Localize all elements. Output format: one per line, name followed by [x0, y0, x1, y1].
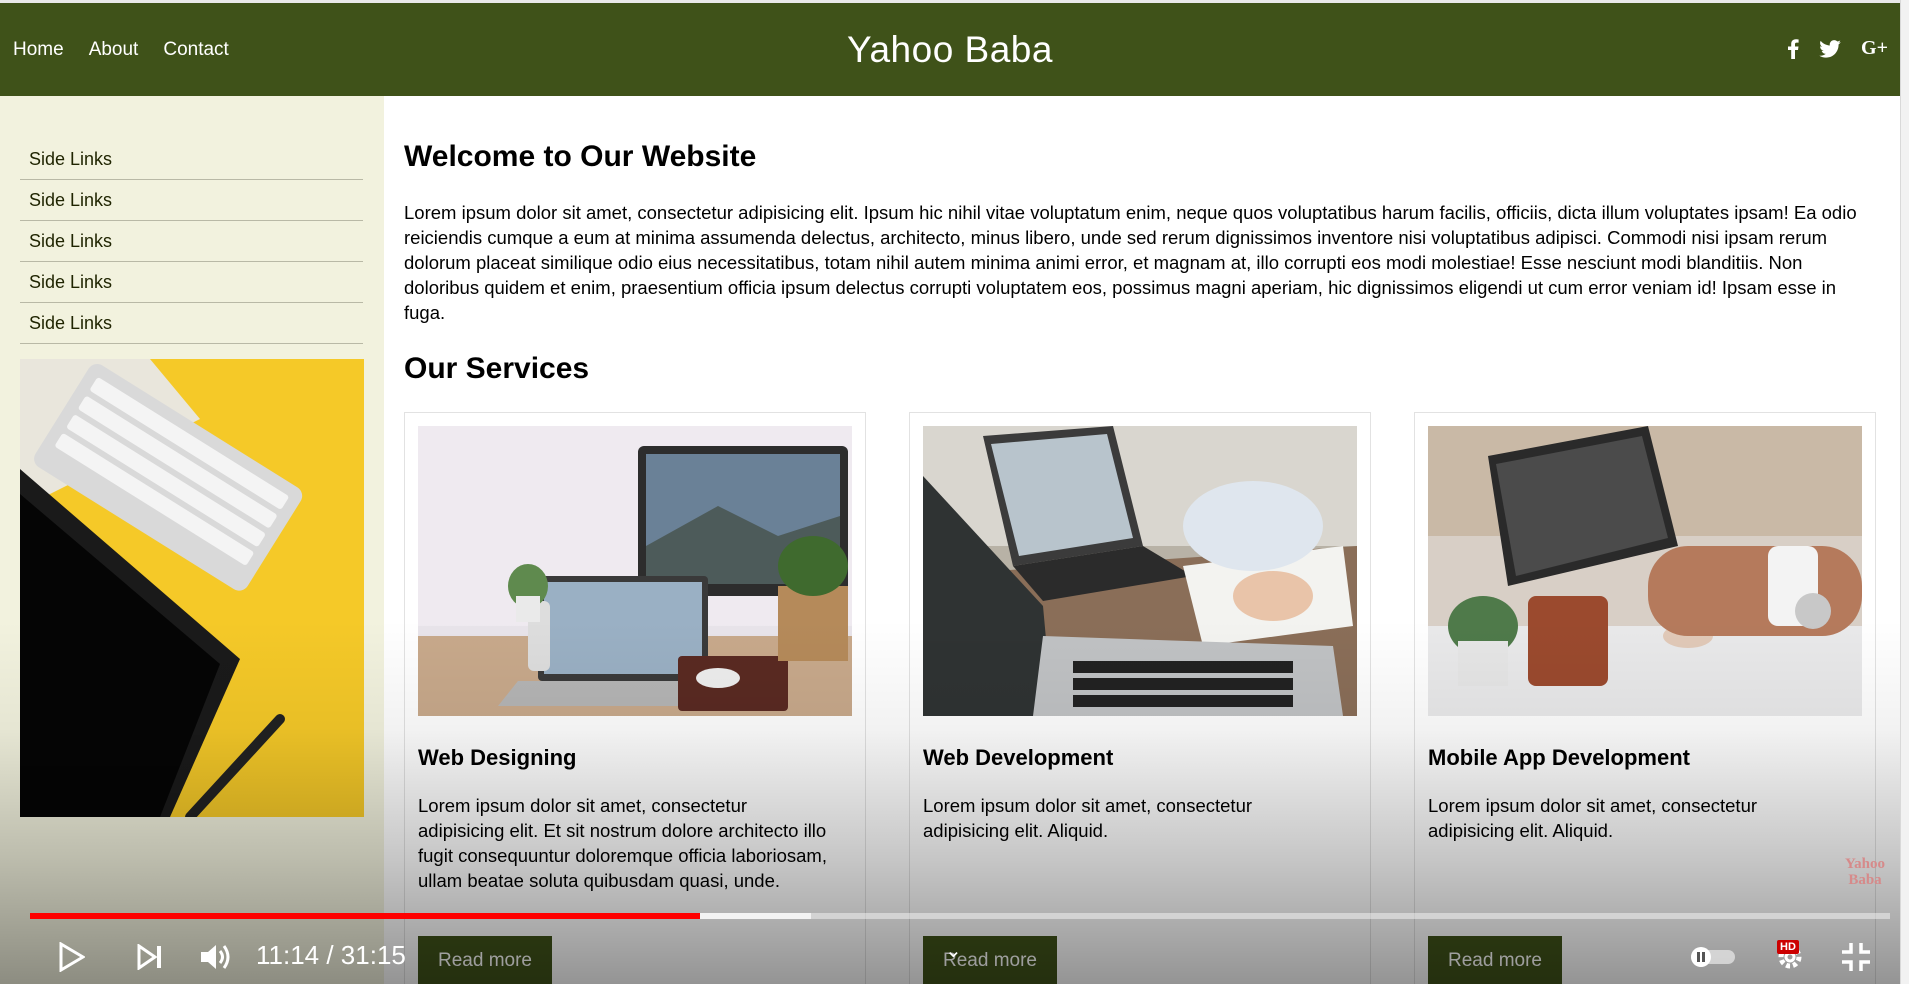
twitter-icon[interactable] [1819, 39, 1841, 58]
sidebar: Side Links Side Links Side Links Side Li… [0, 96, 384, 984]
chevron-down-icon[interactable]: ⌄ [945, 938, 962, 963]
progress-played [30, 913, 700, 919]
exit-fullscreen-icon[interactable] [1834, 930, 1878, 984]
side-link[interactable]: Side Links [20, 303, 363, 344]
google-plus-icon[interactable]: G+ [1861, 37, 1888, 60]
card-title: Web Development [923, 745, 1114, 770]
card-text: Lorem ipsum dolor sit amet, consectetur … [1428, 795, 1758, 841]
service-card: Web Designing Lorem ipsum dolor sit amet… [404, 412, 866, 984]
services-cards: Web Designing Lorem ipsum dolor sit amet… [404, 412, 1876, 984]
side-link[interactable]: Side Links [20, 139, 363, 180]
autoplay-toggle[interactable] [1688, 930, 1738, 984]
card-title: Web Designing [418, 745, 577, 770]
service-image-mobile-app [1428, 426, 1862, 716]
site-brand: Yahoo Baba [847, 29, 1053, 70]
site-header: Home About Contact Yahoo Baba G+ [0, 3, 1900, 96]
volume-icon[interactable] [194, 930, 238, 984]
card-text: Lorem ipsum dolor sit amet, consectetur … [418, 795, 827, 891]
progress-bar[interactable] [30, 913, 1890, 919]
play-icon[interactable] [50, 930, 94, 984]
card-title: Mobile App Development [1428, 745, 1690, 770]
card-text: Lorem ipsum dolor sit amet, consectetur … [923, 795, 1253, 841]
sidebar-image [20, 359, 364, 817]
next-icon[interactable] [130, 930, 170, 984]
service-image-web-design [418, 426, 852, 716]
scrollbar[interactable] [1900, 0, 1909, 984]
intro-paragraph: Lorem ipsum dolor sit amet, consectetur … [404, 202, 1857, 323]
side-link[interactable]: Side Links [20, 221, 363, 262]
browser-viewport: Home About Contact Yahoo Baba G+ Side Li… [0, 0, 1900, 984]
service-card: Web Development Lorem ipsum dolor sit am… [909, 412, 1371, 984]
settings-gear-icon[interactable] [1770, 930, 1810, 984]
service-card: Mobile App Development Lorem ipsum dolor… [1414, 412, 1876, 984]
time-display: 11:14 / 31:15 [256, 940, 406, 970]
facebook-icon[interactable] [1787, 38, 1799, 59]
page-title: Welcome to Our Website [404, 140, 757, 173]
channel-watermark[interactable]: Yahoo Baba [1830, 856, 1900, 888]
services-heading: Our Services [404, 352, 590, 385]
service-image-web-development [923, 426, 1357, 716]
side-link[interactable]: Side Links [20, 180, 363, 221]
hd-badge: HD [1777, 940, 1799, 954]
side-links-list: Side Links Side Links Side Links Side Li… [20, 139, 363, 344]
side-link[interactable]: Side Links [20, 262, 363, 303]
social-links: G+ [1787, 37, 1888, 60]
